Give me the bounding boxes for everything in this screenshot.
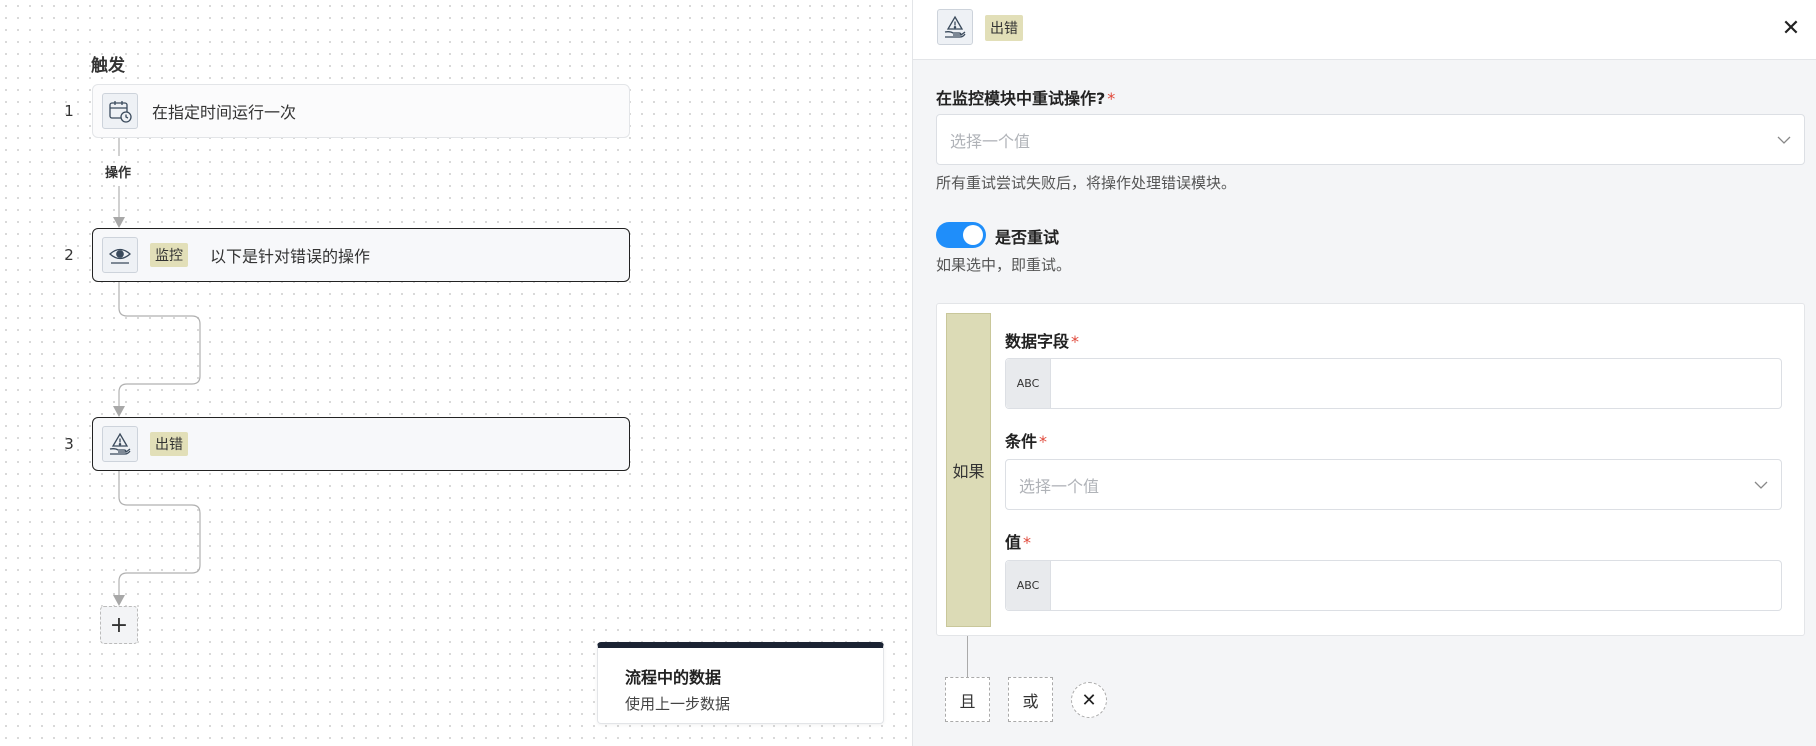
step-tag: 监控 [150, 243, 188, 267]
value-input[interactable]: ABC [1005, 560, 1782, 611]
required-mark: * [1107, 89, 1116, 108]
warning-hand-icon [102, 426, 138, 462]
panel-header: 出错 ✕ [913, 0, 1816, 60]
step-config-panel: 出错 ✕ 在监控模块中重试操作? * 选择一个值 所有重试尝试失败后，将操作处理错… [912, 0, 1816, 746]
step-text: 以下是针对错误的操作 [210, 247, 371, 266]
if-block-label: 如果 [946, 313, 991, 627]
data-card-subtitle: 使用上一步数据 [625, 695, 731, 713]
add-step-button[interactable]: + [100, 606, 138, 644]
close-panel-button[interactable]: ✕ [1779, 16, 1803, 41]
condition-select-placeholder: 选择一个值 [1019, 476, 1100, 496]
data-field-label: 数据字段 * [1005, 332, 1080, 351]
step-number: 2 [64, 246, 74, 264]
step-node-schedule[interactable]: 在指定时间运行一次 [92, 84, 630, 138]
step-number: 1 [64, 102, 74, 120]
retry-toggle[interactable] [936, 222, 986, 248]
required-mark: * [1071, 332, 1080, 351]
panel-title-tag: 出错 [985, 15, 1023, 41]
flow-canvas[interactable]: 触发 操作 1 在指定时间运行一次 2 监控 以下是针对错误的操作 3 出错 +… [0, 0, 912, 746]
condition-card: 如果 数据字段 * ABC 条件 * 选择一个值 值 * ABC [936, 303, 1805, 636]
retry-select-placeholder: 选择一个值 [950, 131, 1031, 151]
required-mark: * [1023, 533, 1032, 552]
logic-connector-line [967, 636, 968, 677]
type-badge-text: ABC [1006, 561, 1051, 610]
data-card-title: 流程中的数据 [625, 668, 722, 687]
toggle-knob [963, 225, 983, 245]
or-condition-button[interactable]: 或 [1008, 677, 1053, 722]
step-text: 在指定时间运行一次 [152, 103, 297, 122]
step-node-monitor[interactable]: 监控 以下是针对错误的操作 [92, 228, 630, 282]
eye-icon [102, 237, 138, 273]
warning-hand-icon [937, 9, 973, 45]
chevron-down-icon [1754, 481, 1768, 489]
data-field-input[interactable]: ABC [1005, 358, 1782, 409]
value-label: 值 * [1005, 533, 1032, 552]
retry-field-hint: 所有重试尝试失败后，将操作处理错误模块。 [936, 174, 1237, 192]
required-mark: * [1039, 432, 1048, 451]
and-condition-button[interactable]: 且 [945, 677, 990, 722]
step-node-error[interactable]: 出错 [92, 417, 630, 471]
step-number: 3 [64, 435, 74, 453]
condition-select[interactable]: 选择一个值 [1005, 459, 1782, 510]
chevron-down-icon [1777, 136, 1791, 144]
retry-field-label: 在监控模块中重试操作? * [936, 89, 1116, 108]
calendar-clock-icon [102, 93, 138, 129]
action-connector-label: 操作 [105, 166, 132, 181]
retry-toggle-hint: 如果选中，即重试。 [936, 256, 1072, 274]
type-badge-text: ABC [1006, 359, 1051, 408]
remove-condition-button[interactable]: ✕ [1071, 682, 1107, 718]
condition-label: 条件 * [1005, 432, 1048, 451]
flow-data-card[interactable]: 流程中的数据 使用上一步数据 [597, 642, 884, 724]
step-tag: 出错 [150, 432, 188, 456]
retry-toggle-label: 是否重试 [995, 228, 1060, 247]
retry-select[interactable]: 选择一个值 [936, 114, 1805, 165]
